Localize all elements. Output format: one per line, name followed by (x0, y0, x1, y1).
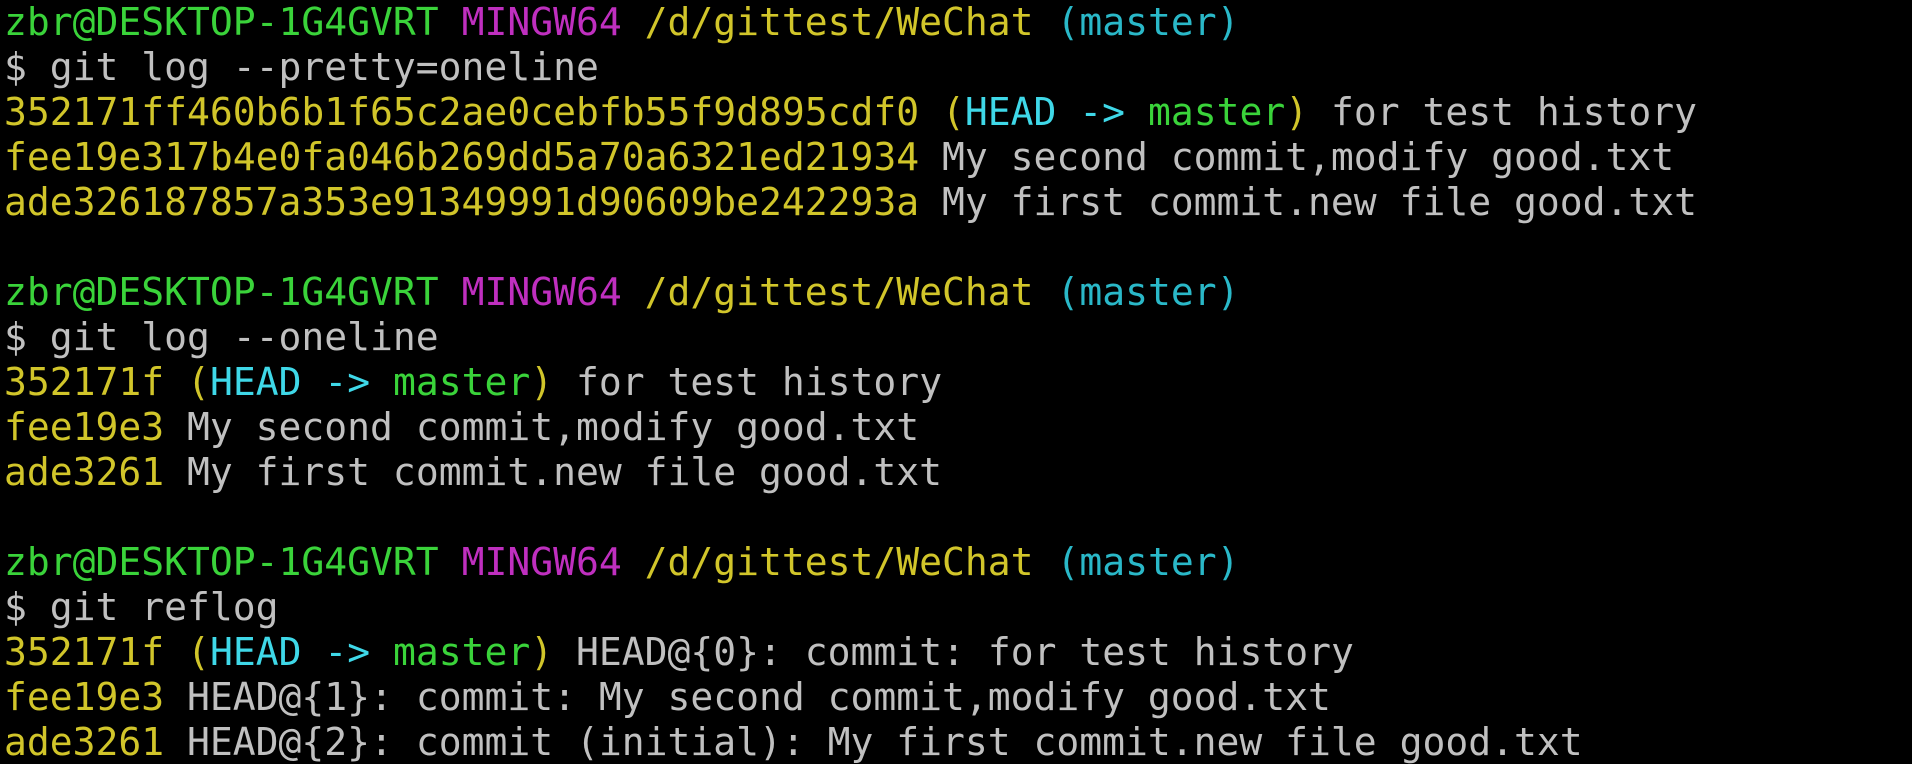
text-segment (439, 270, 462, 314)
text-segment: fee19e3 (4, 405, 165, 449)
text-segment: $ git log --pretty=oneline (4, 45, 599, 89)
text-segment: ade3261 (4, 450, 165, 494)
text-segment: 352171ff460b6b1f65c2ae0cebfb55f9d895cdf0 (4, 90, 920, 134)
text-segment: ) (530, 630, 554, 674)
text-segment: master (1147, 90, 1286, 134)
text-segment (919, 90, 942, 134)
text-segment: ) (530, 360, 554, 404)
command-line: $ git log --pretty=oneline (4, 45, 1912, 90)
text-segment: zbr@DESKTOP-1G4GVRT (4, 0, 439, 44)
terminal-window[interactable]: zbr@DESKTOP-1G4GVRT MINGW64 /d/gittest/W… (0, 0, 1912, 764)
text-segment (1034, 270, 1057, 314)
text-segment: ( (187, 630, 210, 674)
text-segment: zbr@DESKTOP-1G4GVRT (4, 270, 439, 314)
output-line: fee19e3 HEAD@{1}: commit: My second comm… (4, 675, 1912, 720)
text-segment: (master) (1056, 0, 1240, 44)
text-segment: fee19e317b4e0fa046b269dd5a70a6321ed21934 (4, 135, 920, 179)
text-segment: MINGW64 (461, 0, 622, 44)
text-segment: ( (942, 90, 965, 134)
text-segment: for test history (1308, 90, 1698, 134)
text-segment (1034, 0, 1057, 44)
text-segment (622, 0, 645, 44)
text-segment: fee19e3 (4, 675, 165, 719)
prompt-line: zbr@DESKTOP-1G4GVRT MINGW64 /d/gittest/W… (4, 270, 1912, 315)
output-line: ade326187857a353e91349991d90609be242293a… (4, 180, 1912, 225)
text-segment: My second commit,modify good.txt (919, 135, 1675, 179)
text-segment: MINGW64 (461, 270, 622, 314)
text-segment: HEAD -> (964, 90, 1148, 134)
output-line: fee19e3 My second commit,modify good.txt (4, 405, 1912, 450)
text-segment (164, 360, 187, 404)
command-line: $ git reflog (4, 585, 1912, 630)
output-line: ade3261 My first commit.new file good.tx… (4, 450, 1912, 495)
text-segment: ) (1285, 90, 1309, 134)
text-segment: 352171f (4, 360, 165, 404)
prompt-line: zbr@DESKTOP-1G4GVRT MINGW64 /d/gittest/W… (4, 0, 1912, 45)
text-segment: ade3261 (4, 720, 165, 764)
text-segment: ade326187857a353e91349991d90609be242293a (4, 180, 920, 224)
output-line: 352171ff460b6b1f65c2ae0cebfb55f9d895cdf0… (4, 90, 1912, 135)
text-segment: $ git log --oneline (4, 315, 439, 359)
output-line: 352171f (HEAD -> master) for test histor… (4, 360, 1912, 405)
output-line: 352171f (HEAD -> master) HEAD@{0}: commi… (4, 630, 1912, 675)
text-segment: MINGW64 (461, 540, 622, 584)
text-segment: $ git reflog (4, 585, 279, 629)
text-segment (1034, 540, 1057, 584)
text-segment: master (392, 360, 531, 404)
text-segment (439, 540, 462, 584)
text-segment: /d/gittest/WeChat (644, 540, 1034, 584)
output-line: fee19e317b4e0fa046b269dd5a70a6321ed21934… (4, 135, 1912, 180)
text-segment: master (392, 630, 531, 674)
text-segment: (master) (1056, 270, 1240, 314)
text-segment: HEAD -> (209, 360, 393, 404)
text-segment: for test history (553, 360, 943, 404)
text-segment: ( (187, 360, 210, 404)
text-segment: HEAD -> (209, 630, 393, 674)
text-segment: My first commit.new file good.txt (164, 450, 943, 494)
text-segment: /d/gittest/WeChat (644, 0, 1034, 44)
text-segment (622, 270, 645, 314)
prompt-line: zbr@DESKTOP-1G4GVRT MINGW64 /d/gittest/W… (4, 540, 1912, 585)
text-segment: (master) (1056, 540, 1240, 584)
text-segment: zbr@DESKTOP-1G4GVRT (4, 540, 439, 584)
command-line: $ git log --oneline (4, 315, 1912, 360)
text-segment (439, 0, 462, 44)
text-segment: HEAD@{0}: commit: for test history (553, 630, 1354, 674)
text-segment: My second commit,modify good.txt (164, 405, 920, 449)
output-line: ade3261 HEAD@{2}: commit (initial): My f… (4, 720, 1912, 764)
text-segment (164, 630, 187, 674)
text-segment: /d/gittest/WeChat (644, 270, 1034, 314)
text-segment: My first commit.new file good.txt (919, 180, 1697, 224)
text-segment (622, 540, 645, 584)
text-segment: HEAD@{2}: commit (initial): My first com… (164, 720, 1583, 764)
text-segment: HEAD@{1}: commit: My second commit,modif… (164, 675, 1331, 719)
text-segment: 352171f (4, 630, 165, 674)
